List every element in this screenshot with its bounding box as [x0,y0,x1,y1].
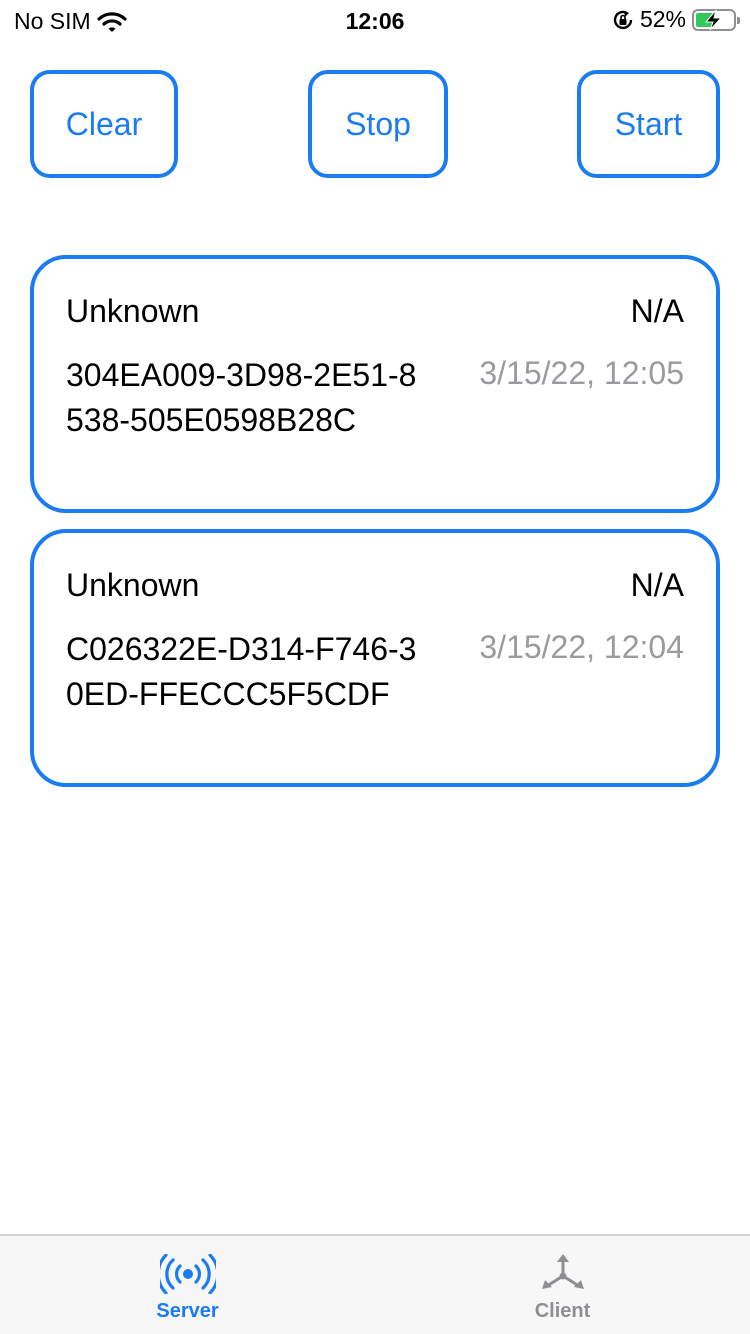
tab-server[interactable]: Server [0,1236,375,1334]
device-name: Unknown [66,567,200,603]
device-rssi: N/A [630,293,684,329]
rotation-lock-icon [613,10,633,29]
device-timestamp: 3/15/22, 12:04 [479,629,684,665]
device-card[interactable]: Unknown N/A C026322E-D314-F746-30ED-FFEC… [30,529,720,787]
tab-bar: Server Client [0,1234,750,1334]
battery-percent: 52% [639,6,686,32]
stop-button[interactable]: Stop [308,70,448,178]
battery-charging-icon [692,8,740,31]
charging-bolt-icon [704,9,723,30]
device-name: Unknown [66,293,200,329]
status-bar: No SIM 12:06 52% [0,0,750,40]
device-timestamp: 3/15/22, 12:05 [479,355,684,391]
device-uuid: 304EA009-3D98-2E51-8538-505E0598B28C [66,357,417,438]
battery-tip [737,16,740,24]
broadcast-icon [159,1254,216,1294]
tab-server-label: Server [156,1300,219,1322]
device-card[interactable]: Unknown N/A 304EA009-3D98-2E51-8538-505E… [30,255,720,513]
status-right-group: 52% [612,6,740,33]
network-nodes-icon [541,1254,584,1289]
clear-button[interactable]: Clear [30,70,178,178]
tab-client-label: Client [534,1300,591,1322]
start-button[interactable]: Start [577,70,720,178]
device-rssi: N/A [630,567,684,603]
device-uuid: C026322E-D314-F746-30ED-FFECCC5F5CDF [66,631,417,712]
tab-client[interactable]: Client [375,1236,750,1334]
